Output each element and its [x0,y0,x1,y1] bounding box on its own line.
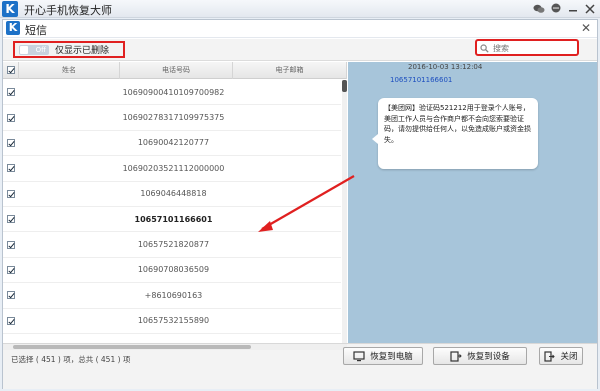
dialog-logo: K [6,21,20,35]
table-row[interactable]: +8610690163 [3,283,341,309]
toolbar: Off 仅显示已删除 [3,39,597,61]
app-logo: K [2,1,18,17]
cell-phone: 10690278317109975375 [122,113,225,123]
table-row[interactable]: 10690042120777 [3,131,341,157]
table-row[interactable]: 10657101166601 [3,207,341,233]
column-email[interactable]: 电子邮箱 [233,62,347,79]
search-box[interactable] [475,39,579,56]
restore-to-device-button[interactable]: 恢复到设备 [433,347,527,365]
selection-count: 已选择 ( 451 ) 项，总共 ( 451 ) 项 [11,355,131,364]
message-sender: 10657101166601 [390,76,453,84]
table-row[interactable]: 10690278317109975375 [3,105,341,131]
cell-phone: 10690203521112000000 [122,163,225,173]
cell-phone: 10690042120777 [137,138,210,148]
row-checkbox-cell[interactable] [3,138,19,147]
minimize-icon[interactable] [566,2,579,15]
footer-bar: 已选择 ( 451 ) 项，总共 ( 451 ) 项 恢复到电脑 恢复到设备 关… [3,343,597,389]
search-icon [480,43,489,53]
cell-phone: 10690900410109700982 [122,87,225,97]
table-row[interactable]: 1069046448818 [3,182,341,207]
horizontal-scrollbar-thumb[interactable] [13,345,251,349]
row-checkbox-cell[interactable] [3,215,19,224]
window-controls [532,2,596,15]
row-checkbox[interactable] [6,189,15,198]
row-checkbox[interactable] [6,240,15,249]
cell-phone: +8610690163 [144,290,203,300]
vertical-scrollbar[interactable] [342,80,347,343]
row-checkbox[interactable] [6,164,15,173]
device-icon [450,350,462,362]
row-checkbox[interactable] [6,113,15,122]
exit-icon [544,350,556,362]
row-checkbox-cell[interactable] [3,265,19,274]
deleted-only-toggle[interactable]: Off [19,44,49,55]
message-bubble: 【美团网】验证码521212用于登录个人账号，美团工作人员与合作商户都不会向您索… [372,98,538,169]
dialog-close-icon[interactable]: ✕ [581,21,591,35]
row-checkbox[interactable] [6,316,15,325]
dialog-title: 短信 [25,24,47,37]
sms-dialog: K 短信 ✕ Off 仅显示已删除 姓名 电话号码 电子邮箱 106909004… [2,19,598,389]
computer-icon [353,350,365,361]
close-label: 关闭 [560,352,578,362]
wechat-icon[interactable] [532,2,545,15]
row-checkbox-cell[interactable] [3,291,19,300]
table-row[interactable]: 10690900410109700982 [3,80,341,106]
table-row[interactable]: 10690708036509 [3,258,341,284]
column-name[interactable]: 姓名 [19,62,120,79]
table-row[interactable]: 10690203521112000000 [3,156,341,182]
table-header: 姓名 电话号码 电子邮箱 [3,62,347,79]
row-checkbox-cell[interactable] [3,189,19,198]
close-icon[interactable] [583,2,596,15]
app-title: 开心手机恢复大师 [24,4,112,17]
row-checkbox-cell[interactable] [3,88,19,97]
restore-to-pc-button[interactable]: 恢复到电脑 [343,347,423,365]
row-checkbox-cell[interactable] [3,240,19,249]
search-input[interactable] [493,43,569,53]
cell-phone: 1069046448818 [140,189,207,199]
row-checkbox-cell[interactable] [3,113,19,122]
column-phone[interactable]: 电话号码 [120,62,233,79]
table-body: 10690900410109700982 10690278317109975375… [3,80,341,334]
row-checkbox[interactable] [6,215,15,224]
cell-phone: 10657532155890 [137,316,210,326]
horizontal-scrollbar[interactable] [3,344,347,350]
row-checkbox[interactable] [6,138,15,147]
deleted-only-filter[interactable]: Off 仅显示已删除 [13,41,125,58]
chat-icon[interactable] [549,2,562,15]
restore-to-pc-label: 恢复到电脑 [370,352,413,362]
cell-phone: 10690708036509 [137,265,210,275]
cell-phone: 10657521820877 [137,240,210,250]
message-date: 2016-10-03 13:12:04 [408,63,483,71]
table-row[interactable]: 10657532155890 [3,309,341,334]
select-all-cell[interactable] [3,62,19,79]
row-checkbox[interactable] [6,265,15,274]
close-button[interactable]: 关闭 [539,347,583,365]
app-titlebar: K 开心手机恢复大师 [0,0,600,18]
table-row[interactable]: 10657521820877 [3,232,341,258]
row-checkbox[interactable] [6,88,15,97]
restore-to-device-label: 恢复到设备 [467,352,510,362]
deleted-only-label: 仅显示已删除 [55,46,110,56]
select-all-checkbox[interactable] [6,66,15,74]
cell-phone: 10657101166601 [134,214,213,224]
row-checkbox[interactable] [6,291,15,300]
scrollbar-thumb[interactable] [342,80,347,92]
row-checkbox-cell[interactable] [3,164,19,173]
dialog-header: K 短信 ✕ [3,20,597,38]
row-checkbox-cell[interactable] [3,316,19,325]
message-preview-pane: 2016-10-03 13:12:04 10657101166601 【美团网】… [348,62,597,343]
sms-contact-table: 姓名 电话号码 电子邮箱 10690900410109700982 1069027… [3,62,347,343]
